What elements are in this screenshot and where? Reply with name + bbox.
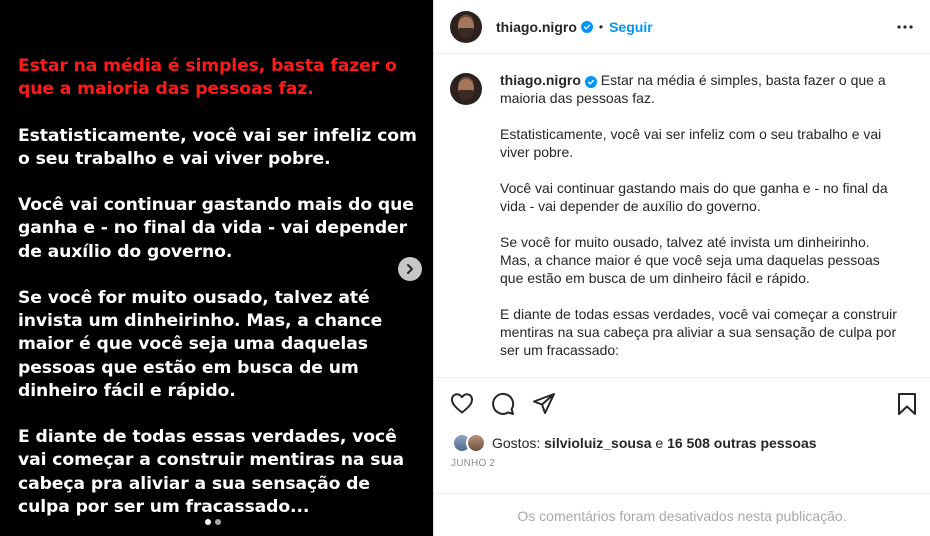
likes-text: Gostos: silvioluiz_sousa e 16 508 outras… xyxy=(492,435,817,451)
post-header: thiago.nigro • Seguir xyxy=(434,0,930,54)
share-icon[interactable] xyxy=(532,392,556,416)
caption-avatar[interactable] xyxy=(450,73,482,105)
likes-others-link[interactable]: 16 508 outras pessoas xyxy=(667,435,816,451)
action-bar xyxy=(434,377,930,429)
likes-middle: e xyxy=(651,435,668,451)
comments-disabled-notice: Os comentários foram desativados nesta p… xyxy=(434,493,930,536)
caption-username[interactable]: thiago.nigro xyxy=(500,72,581,88)
caption-paragraph: Se você for muito ousado, talvez até inv… xyxy=(500,234,880,286)
likes-row: Gostos: silvioluiz_sousa e 16 508 outras… xyxy=(452,433,817,453)
post-image-text: Estar na média é simples, basta fazer o … xyxy=(18,55,418,536)
more-options-icon[interactable] xyxy=(896,19,914,35)
post-image-paragraph: Se você for muito ousado, talvez até inv… xyxy=(18,287,383,401)
header-username[interactable]: thiago.nigro xyxy=(496,19,577,35)
caption-paragraph: Estatisticamente, você vai ser infeliz c… xyxy=(500,126,882,160)
post-date[interactable]: JUNHO 2 xyxy=(451,458,495,469)
post-side-panel: thiago.nigro • Seguir thiago.nigro Estar… xyxy=(433,0,930,536)
likes-prefix: Gostos: xyxy=(492,435,545,451)
carousel-indicator xyxy=(205,519,221,525)
liker-avatar[interactable] xyxy=(466,433,486,453)
post-image-paragraph: Você vai continuar gastando mais do que … xyxy=(18,195,414,262)
header-separator: • xyxy=(598,19,604,34)
carousel-dot xyxy=(215,519,221,525)
verified-badge-icon xyxy=(580,20,593,33)
bookmark-icon[interactable] xyxy=(897,392,917,416)
chevron-right-icon xyxy=(407,264,413,274)
caption-paragraph: E diante de todas essas verdades, você v… xyxy=(500,306,897,358)
carousel-next-button[interactable] xyxy=(398,257,422,281)
caption-row: thiago.nigro Estar na média é simples, b… xyxy=(450,71,914,375)
post-image-paragraph: E diante de todas essas verdades, você v… xyxy=(18,427,404,517)
avatar[interactable] xyxy=(450,10,482,43)
caption-text: thiago.nigro Estar na média é simples, b… xyxy=(500,71,900,375)
heart-icon[interactable] xyxy=(450,392,474,414)
comment-icon[interactable] xyxy=(491,392,515,416)
post-image: Estar na média é simples, basta fazer o … xyxy=(0,0,433,536)
carousel-dot-active xyxy=(205,519,211,525)
post-image-paragraph: Estar na média é simples, basta fazer o … xyxy=(18,56,397,100)
post-image-paragraph: Estatisticamente, você vai ser infeliz c… xyxy=(18,125,417,169)
caption-paragraph: Você vai continuar gastando mais do que … xyxy=(500,180,888,214)
liker-username[interactable]: silvioluiz_sousa xyxy=(544,435,651,451)
follow-button[interactable]: Seguir xyxy=(609,19,653,35)
verified-badge-icon xyxy=(584,76,597,88)
caption-scroll-area[interactable]: thiago.nigro Estar na média é simples, b… xyxy=(434,55,930,375)
